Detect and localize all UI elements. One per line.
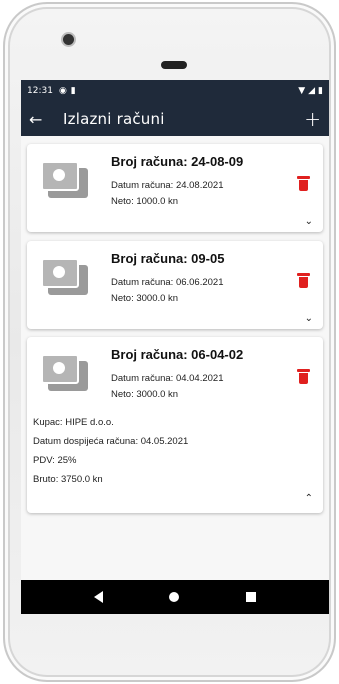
nav-recents-icon[interactable] [245, 592, 256, 602]
invoice-due-date: Datum dospijeća računa: 04.05.2021 [33, 436, 189, 447]
sim-icon: ▮ [70, 86, 76, 96]
invoice-card[interactable]: Broj računa: 24-08-09 Datum računa: 24.0… [27, 144, 323, 232]
wifi-icon: ▼ [298, 86, 306, 96]
invoice-net: Neto: 3000.0 kn [111, 293, 179, 304]
add-invoice-button[interactable]: + [304, 107, 321, 131]
invoice-number: Broj računa: 09-05 [111, 251, 225, 266]
status-right-icons: ▼ ◢ ▮ [298, 86, 323, 96]
battery-icon: ▮ [318, 86, 323, 96]
invoice-date: Datum računa: 06.06.2021 [111, 277, 224, 288]
front-camera [63, 34, 74, 45]
invoice-card-expanded[interactable]: Broj računa: 06-04-02 Datum računa: 04.0… [27, 337, 323, 513]
chevron-up-icon[interactable]: ⌃ [305, 493, 313, 504]
delete-icon[interactable] [297, 176, 310, 191]
phone-frame: 12:31 ◉ ▮ ▼ ◢ ▮ ← Izlazni računi + Broj … [3, 2, 336, 682]
page-title: Izlazni računi [63, 110, 165, 128]
invoice-date: Datum računa: 04.04.2021 [111, 373, 224, 384]
android-nav-bar [21, 580, 329, 614]
invoice-number: Broj računa: 06-04-02 [111, 347, 244, 362]
invoice-date: Datum računa: 24.08.2021 [111, 180, 224, 191]
delete-icon[interactable] [297, 273, 310, 288]
invoice-number: Broj računa: 24-08-09 [111, 154, 244, 169]
p-icon: ◉ [58, 86, 67, 96]
invoice-gross: Bruto: 3750.0 kn [33, 474, 103, 485]
invoice-card[interactable]: Broj računa: 09-05 Datum računa: 06.06.2… [27, 241, 323, 329]
invoice-net: Neto: 3000.0 kn [111, 389, 179, 400]
earpiece-speaker [161, 61, 187, 69]
delete-icon[interactable] [297, 369, 310, 384]
arrow-left-icon[interactable]: ← [29, 110, 53, 129]
nav-back-icon[interactable] [94, 591, 104, 603]
invoice-net: Neto: 1000.0 kn [111, 196, 179, 207]
signal-icon: ◢ [308, 86, 316, 96]
invoice-list: Broj računa: 24-08-09 Datum računa: 24.0… [21, 136, 329, 580]
chevron-down-icon[interactable]: ⌄ [305, 313, 313, 324]
invoice-image-icon [41, 258, 89, 298]
screen: 12:31 ◉ ▮ ▼ ◢ ▮ ← Izlazni računi + Broj … [21, 80, 329, 614]
status-bar: 12:31 ◉ ▮ ▼ ◢ ▮ [21, 80, 329, 102]
invoice-vat: PDV: 25% [33, 455, 77, 466]
invoice-image-icon [41, 354, 89, 394]
nav-home-icon[interactable] [169, 592, 180, 602]
app-bar: ← Izlazni računi + [21, 102, 329, 136]
invoice-buyer: Kupac: HIPE d.o.o. [33, 417, 114, 428]
status-time: 12:31 [27, 86, 53, 96]
chevron-down-icon[interactable]: ⌄ [305, 216, 313, 227]
invoice-image-icon [41, 161, 89, 201]
